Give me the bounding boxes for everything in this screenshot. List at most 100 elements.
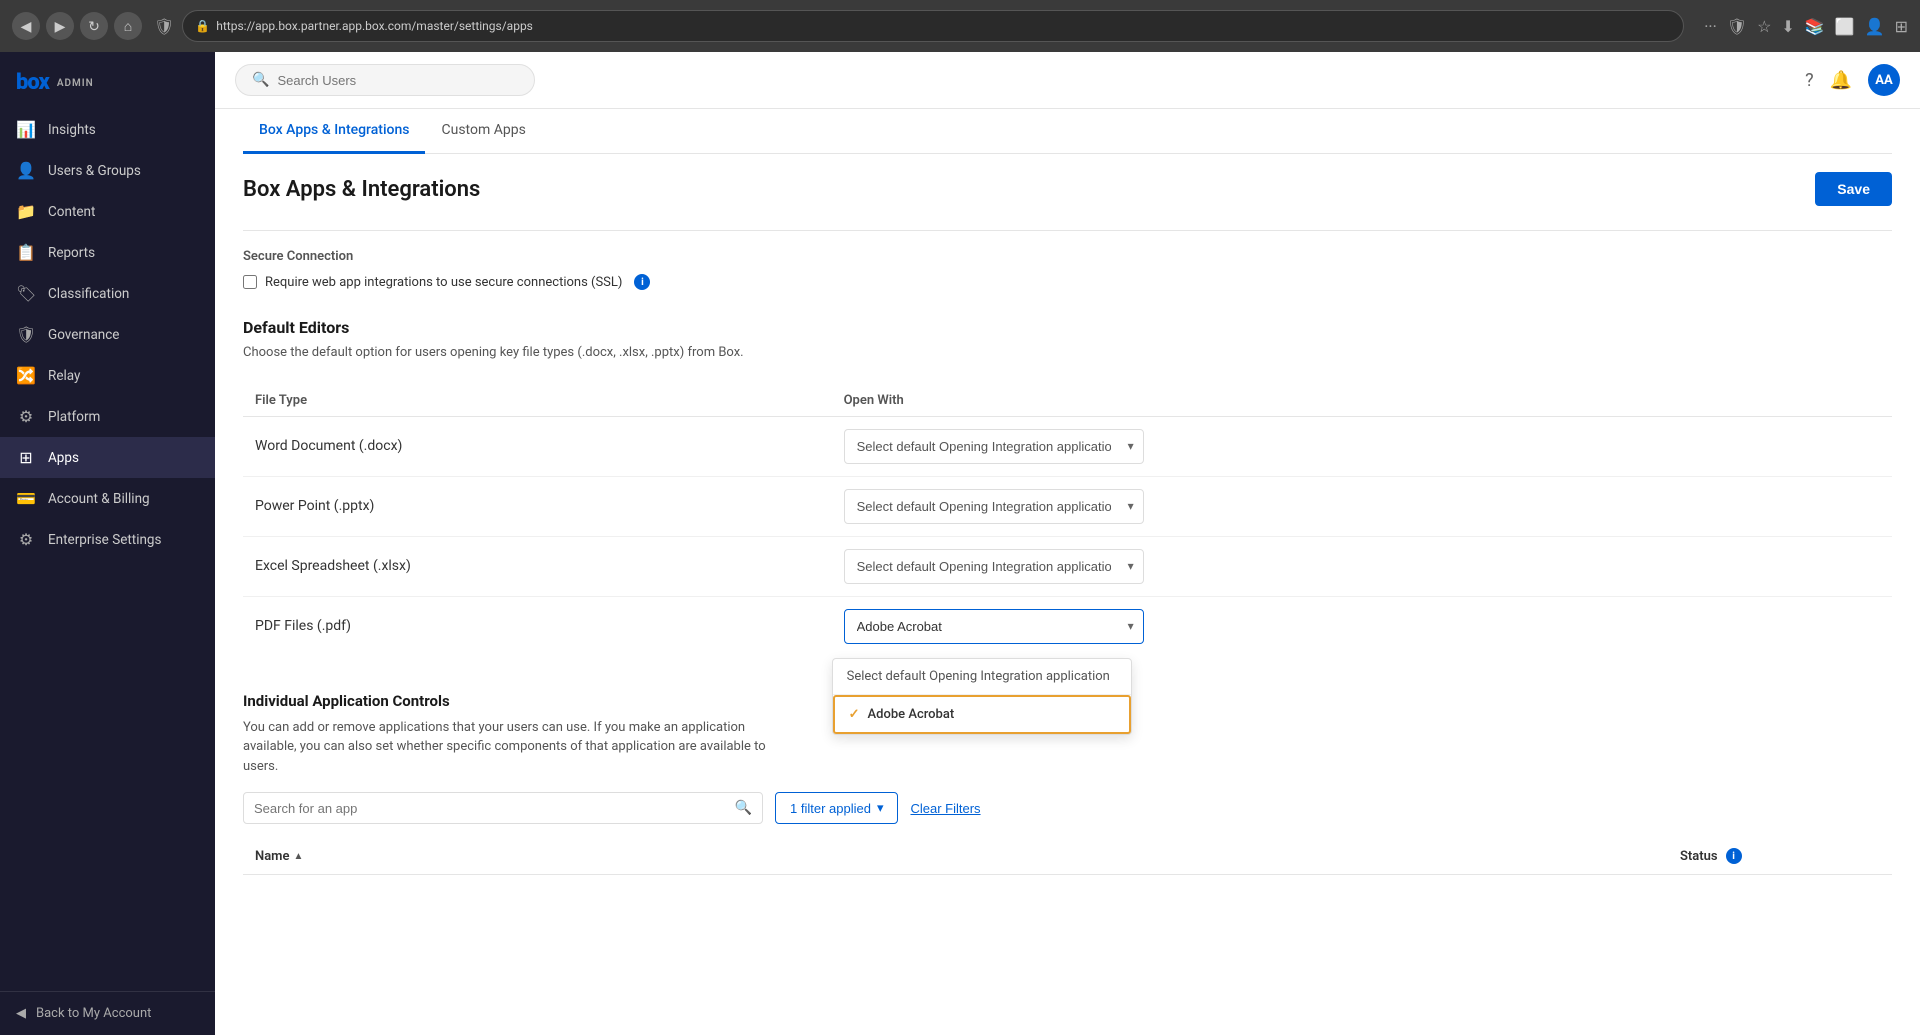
pdf-select[interactable]: Adobe Acrobat (844, 609, 1144, 644)
content-icon: 📁 (16, 202, 36, 221)
editor-row-word: Word Document (.docx) Select default Ope… (243, 416, 1892, 476)
forward-button[interactable]: ▶ (46, 12, 74, 40)
sidebar-label-relay: Relay (48, 368, 80, 384)
tabs: Box Apps & Integrations Custom Apps (243, 109, 1892, 154)
security-shield-icon: 🛡 (154, 17, 174, 36)
sidebar-item-governance[interactable]: 🛡 Governance (0, 314, 215, 355)
reload-button[interactable]: ↻ (80, 12, 108, 40)
secure-connection-section: Secure Connection Require web app integr… (243, 230, 1892, 290)
filter-button[interactable]: 1 filter applied ▾ (775, 792, 898, 824)
admin-badge: ADMIN (57, 78, 94, 89)
avatar[interactable]: AA (1868, 64, 1900, 96)
browser-toolbar-icons: ··· 🛡 ☆ ⬇ 📚 ⬜ 👤 ⊞ (1704, 17, 1908, 36)
pdf-option-adobe[interactable]: ✓ Adobe Acrobat (833, 695, 1131, 734)
content-area: Secure Connection Require web app integr… (215, 218, 1920, 1035)
main-content: 🔍 ? 🔔 AA Box Apps & Integrations Custom … (215, 52, 1920, 1035)
powerpoint-file-type: Power Point (.pptx) (243, 476, 832, 536)
excel-select[interactable]: Select default Opening Integration appli… (844, 549, 1144, 584)
app-search-box[interactable]: 🔍 (243, 792, 763, 824)
save-button[interactable]: Save (1815, 172, 1892, 206)
box-logo: box (16, 70, 49, 95)
sidebar-navigation: 📊 Insights 👤 Users & Groups 📁 Content 📋 … (0, 109, 215, 991)
ssl-checkbox[interactable] (243, 275, 257, 289)
download-icon[interactable]: ⬇ (1781, 17, 1794, 36)
sidebar-label-reports: Reports (48, 245, 95, 261)
url-bar[interactable]: 🔒 https://app.box.partner.app.box.com/ma… (182, 10, 1684, 42)
notifications-icon[interactable]: 🔔 (1830, 70, 1852, 91)
page-header: Box Apps & Integrations Custom Apps Box … (215, 109, 1920, 218)
word-file-type: Word Document (.docx) (243, 416, 832, 476)
search-box[interactable]: 🔍 (235, 64, 535, 96)
tab-custom-apps[interactable]: Custom Apps (425, 109, 541, 154)
check-icon: ✓ (849, 707, 860, 722)
lock-icon: 🔒 (195, 19, 210, 33)
sidebar-label-governance: Governance (48, 327, 119, 343)
sidebar-logo: box ADMIN (0, 52, 215, 109)
tab-box-apps[interactable]: Box Apps & Integrations (243, 109, 425, 154)
sidebar-item-apps[interactable]: ⊞ Apps (0, 437, 215, 478)
search-icon: 🔍 (252, 72, 269, 88)
col-name-header[interactable]: Name ▲ (255, 849, 1680, 864)
sidebar-item-classification[interactable]: 🏷 Classification (0, 273, 215, 314)
col-status-label: Status (1680, 849, 1718, 864)
sidebar-item-reports[interactable]: 📋 Reports (0, 232, 215, 273)
sidebar-label-platform: Platform (48, 409, 100, 425)
pdf-open-with-cell: Adobe Acrobat ▾ Select default Opening I… (832, 596, 1892, 656)
library-icon[interactable]: 📚 (1805, 17, 1825, 36)
col-status-header: Status i (1680, 848, 1880, 864)
top-right-actions: ? 🔔 AA (1805, 64, 1900, 96)
profile-icon[interactable]: 👤 (1865, 17, 1885, 36)
shield-check-icon[interactable]: 🛡 (1727, 17, 1747, 36)
search-input[interactable] (277, 73, 518, 88)
powerpoint-select[interactable]: Select default Opening Integration appli… (844, 489, 1144, 524)
app-container: box ADMIN 📊 Insights 👤 Users & Groups 📁 … (0, 52, 1920, 1035)
extensions-icon[interactable]: ⊞ (1895, 17, 1908, 36)
sidebar-item-enterprise-settings[interactable]: ⚙ Enterprise Settings (0, 519, 215, 560)
default-editors-title: Default Editors (243, 318, 1892, 337)
back-to-my-account[interactable]: ◀ Back to My Account (16, 1006, 199, 1021)
sidebar-item-platform[interactable]: ⚙ Platform (0, 396, 215, 437)
top-bar: 🔍 ? 🔔 AA (215, 52, 1920, 109)
help-icon[interactable]: ? (1805, 70, 1814, 91)
sidebar-item-relay[interactable]: 🔀 Relay (0, 355, 215, 396)
browser-chrome: ◀ ▶ ↻ ⌂ 🛡 🔒 https://app.box.partner.app.… (0, 0, 1920, 52)
clear-filters-button[interactable]: Clear Filters (910, 801, 980, 816)
sidebar-label-insights: Insights (48, 122, 96, 138)
pdf-dropdown-menu: Select default Opening Integration appli… (832, 658, 1132, 735)
star-icon[interactable]: ☆ (1757, 17, 1771, 36)
iac-description: You can add or remove applications that … (243, 718, 783, 777)
window-icon[interactable]: ⬜ (1835, 17, 1855, 36)
relay-icon: 🔀 (16, 366, 36, 385)
excel-open-with-cell: Select default Opening Integration appli… (832, 536, 1892, 596)
editor-row-powerpoint: Power Point (.pptx) Select default Openi… (243, 476, 1892, 536)
page-title-row: Box Apps & Integrations Save (243, 154, 1892, 218)
ssl-checkbox-row: Require web app integrations to use secu… (243, 274, 1892, 290)
home-button[interactable]: ⌂ (114, 12, 142, 40)
governance-icon: 🛡 (16, 325, 36, 344)
sidebar-label-content: Content (48, 204, 95, 220)
default-editors-description: Choose the default option for users open… (243, 343, 1892, 363)
pdf-file-type: PDF Files (.pdf) (243, 596, 832, 656)
pdf-option-default[interactable]: Select default Opening Integration appli… (833, 659, 1131, 695)
apps-table-header: Name ▲ Status i (243, 838, 1892, 875)
sidebar-item-users-groups[interactable]: 👤 Users & Groups (0, 150, 215, 191)
powerpoint-select-wrapper: Select default Opening Integration appli… (844, 489, 1144, 524)
account-billing-icon: 💳 (16, 489, 36, 508)
apps-icon: ⊞ (16, 448, 36, 467)
excel-file-type: Excel Spreadsheet (.xlsx) (243, 536, 832, 596)
back-button[interactable]: ◀ (12, 12, 40, 40)
word-select[interactable]: Select default Opening Integration appli… (844, 429, 1144, 464)
app-search-input[interactable] (254, 801, 735, 816)
sort-arrow-icon: ▲ (293, 851, 303, 862)
insights-icon: 📊 (16, 120, 36, 139)
status-info-icon[interactable]: i (1726, 848, 1742, 864)
filter-chevron-icon: ▾ (877, 800, 884, 816)
sidebar-item-content[interactable]: 📁 Content (0, 191, 215, 232)
iac-controls: 🔍 1 filter applied ▾ Clear Filters (243, 792, 1892, 824)
sidebar-item-account-billing[interactable]: 💳 Account & Billing (0, 478, 215, 519)
menu-icon[interactable]: ··· (1704, 17, 1717, 36)
word-select-wrapper: Select default Opening Integration appli… (844, 429, 1144, 464)
sidebar-item-insights[interactable]: 📊 Insights (0, 109, 215, 150)
ssl-info-icon[interactable]: i (634, 274, 650, 290)
pdf-select-wrapper: Adobe Acrobat ▾ (844, 609, 1144, 644)
